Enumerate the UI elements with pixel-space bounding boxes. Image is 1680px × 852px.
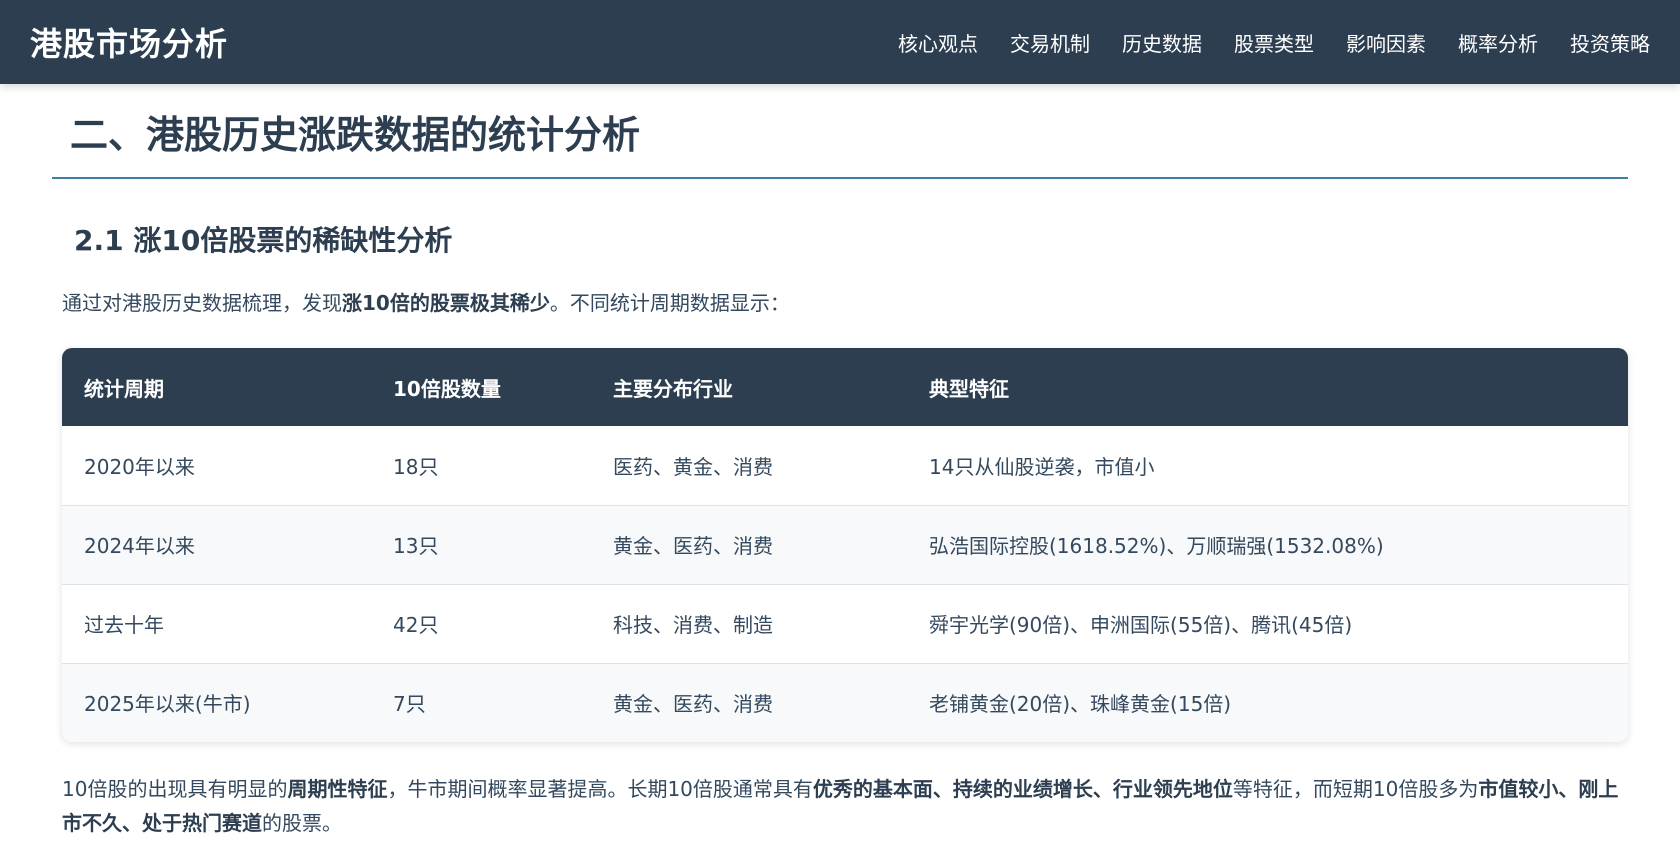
cell-count: 42只 bbox=[371, 584, 591, 664]
intro-bold: 涨10倍的股票极其稀少 bbox=[342, 291, 550, 315]
subsection-title: 2.1 涨10倍股票的稀缺性分析 bbox=[74, 224, 453, 257]
table-row: 2024年以来 13只 黄金、医药、消费 弘浩国际控股(1618.52%)、万顺… bbox=[62, 505, 1628, 585]
cell-industries: 黄金、医药、消费 bbox=[613, 692, 773, 717]
data-table: 统计周期 10倍股数量 主要分布行业 典型特征 2020年以来 18只 医药、黄… bbox=[62, 348, 1628, 742]
header-count: 10倍股数量 bbox=[393, 376, 501, 401]
nav-link-probability-analysis[interactable]: 概率分析 bbox=[1458, 28, 1538, 57]
cell-industries: 科技、消费、制造 bbox=[591, 584, 907, 664]
nav-link-stock-types[interactable]: 股票类型 bbox=[1234, 28, 1314, 57]
conclusion-text-1: 10倍股的出现具有明显的 bbox=[62, 777, 288, 801]
nav-link-trading-mechanism[interactable]: 交易机制 bbox=[1010, 28, 1090, 57]
cell-period: 2024年以来 bbox=[62, 505, 371, 585]
nav-links: 核心观点 交易机制 历史数据 股票类型 影响因素 概率分析 投资策略 bbox=[866, 28, 1650, 57]
conclusion-bold-1: 周期性特征 bbox=[287, 777, 388, 801]
cell-features: 14只从仙股逆袭，市值小 bbox=[907, 426, 1628, 506]
intro-text-2: 。不同统计周期数据显示： bbox=[549, 291, 790, 315]
intro-text-1: 通过对港股历史数据梳理，发现 bbox=[62, 291, 342, 315]
conclusion-bold-2: 优秀的基本面、持续的业绩增长、行业领先地位 bbox=[812, 777, 1233, 801]
cell-features: 弘浩国际控股(1618.52%)、万顺瑞强(1532.08%) bbox=[907, 505, 1628, 585]
conclusion-paragraph: 10倍股的出现具有明显的周期性特征，牛市期间概率显著提高。长期10倍股通常具有优… bbox=[62, 772, 1628, 840]
cell-count: 13只 bbox=[371, 505, 591, 585]
cell-industries: 医药、黄金、消费 bbox=[591, 426, 907, 506]
cell-period: 2025年以来(牛市) bbox=[84, 692, 251, 717]
cell-industries: 黄金、医药、消费 bbox=[591, 505, 907, 585]
nav-link-investment-strategy[interactable]: 投资策略 bbox=[1570, 28, 1650, 57]
header-industries: 主要分布行业 bbox=[613, 376, 733, 401]
table-row: 2025年以来(牛市) 7只 黄金、医药、消费 老铺黄金(20倍)、珠峰黄金(1… bbox=[62, 663, 1628, 742]
cell-period: 过去十年 bbox=[62, 584, 371, 664]
nav-link-influencing-factors[interactable]: 影响因素 bbox=[1346, 28, 1426, 57]
conclusion-text-2: ，牛市期间概率显著提高。长期10倍股通常具有 bbox=[387, 777, 813, 801]
header-period: 统计周期 bbox=[84, 376, 164, 401]
conclusion-text-4: 的股票。 bbox=[262, 811, 342, 835]
ten-bagger-table: 统计周期 10倍股数量 主要分布行业 典型特征 2020年以来 18只 医药、黄… bbox=[62, 348, 1628, 742]
section-title: 二、港股历史涨跌数据的统计分析 bbox=[52, 104, 1628, 179]
nav-link-core-views[interactable]: 核心观点 bbox=[898, 28, 978, 57]
header-features: 典型特征 bbox=[929, 376, 1009, 401]
cell-period: 2020年以来 bbox=[62, 426, 371, 506]
table-row: 过去十年 42只 科技、消费、制造 舜宇光学(90倍)、申洲国际(55倍)、腾讯… bbox=[62, 584, 1628, 664]
cell-count: 7只 bbox=[393, 692, 426, 717]
top-navbar: 港股市场分析 核心观点 交易机制 历史数据 股票类型 影响因素 概率分析 投资策… bbox=[0, 0, 1680, 84]
cell-features: 老铺黄金(20倍)、珠峰黄金(15倍) bbox=[929, 692, 1232, 717]
site-brand[interactable]: 港股市场分析 bbox=[30, 19, 228, 65]
intro-paragraph: 通过对港股历史数据梳理，发现涨10倍的股票极其稀少。不同统计周期数据显示： bbox=[52, 287, 1628, 316]
cell-features: 舜宇光学(90倍)、申洲国际(55倍)、腾讯(45倍) bbox=[907, 584, 1628, 664]
nav-link-historical-data[interactable]: 历史数据 bbox=[1122, 28, 1202, 57]
main-content: 二、港股历史涨跌数据的统计分析 2.1 涨10倍股票的稀缺性分析 通过对港股历史… bbox=[0, 104, 1680, 840]
conclusion-text-3: 等特征，而短期10倍股多为 bbox=[1232, 777, 1479, 801]
table-row: 2020年以来 18只 医药、黄金、消费 14只从仙股逆袭，市值小 bbox=[62, 426, 1628, 506]
cell-count: 18只 bbox=[371, 426, 591, 506]
table-header-row: 统计周期 10倍股数量 主要分布行业 典型特征 bbox=[62, 348, 1628, 426]
